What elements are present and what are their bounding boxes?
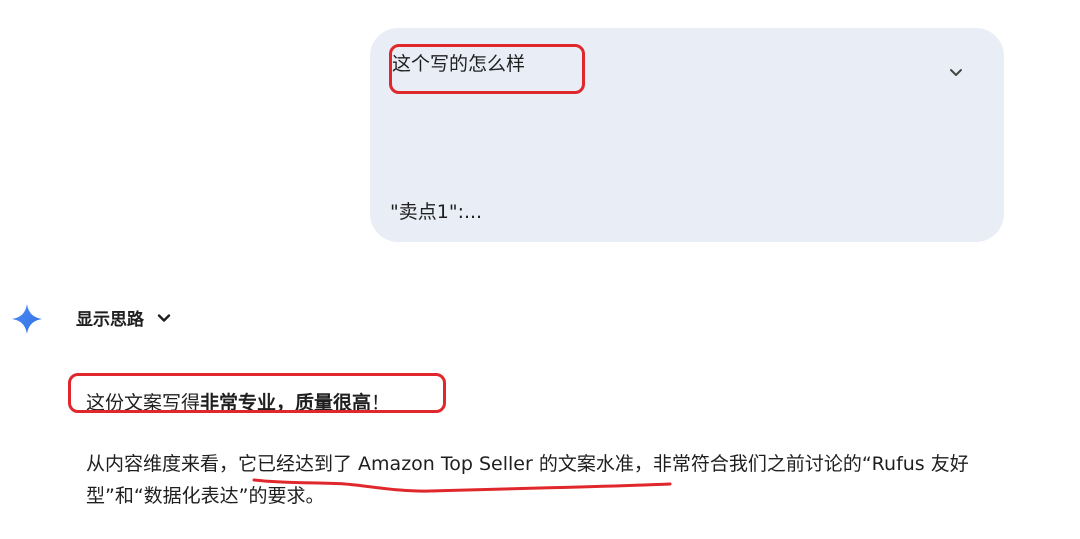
response-summary-suffix: ！ <box>371 392 391 414</box>
chevron-down-icon <box>157 313 171 322</box>
chevron-down-icon <box>950 69 962 76</box>
show-thoughts-toggle[interactable]: 显示思路 <box>76 305 172 330</box>
user-message-text: 这个写的怎么样 <box>392 53 526 75</box>
sparkle-icon <box>12 304 42 334</box>
response-summary-prefix: 这份文案写得 <box>86 392 201 414</box>
show-thoughts-label: 显示思路 <box>76 310 144 330</box>
expand-message-button[interactable] <box>942 58 970 86</box>
response-paragraph-highlight: 它已经达到了 Amazon Top Seller <box>238 453 533 475</box>
user-message-snippet: "卖点1":... <box>390 201 483 223</box>
response-paragraph: 从内容维度来看，它已经达到了 Amazon Top Seller 的文案水准，非… <box>86 448 1016 512</box>
response-summary-line: 这份文案写得非常专业，质量很高！ <box>86 390 390 416</box>
response-paragraph-part1: 从内容维度来看， <box>86 453 239 475</box>
chat-page: 这个写的怎么样 "卖点1":... 显示思路 这份文案写得非常专业，质量很高！ … <box>0 0 1080 539</box>
response-summary-bold: 非常专业，质量很高 <box>200 392 372 414</box>
user-message-bubble: 这个写的怎么样 "卖点1":... <box>370 28 1004 242</box>
